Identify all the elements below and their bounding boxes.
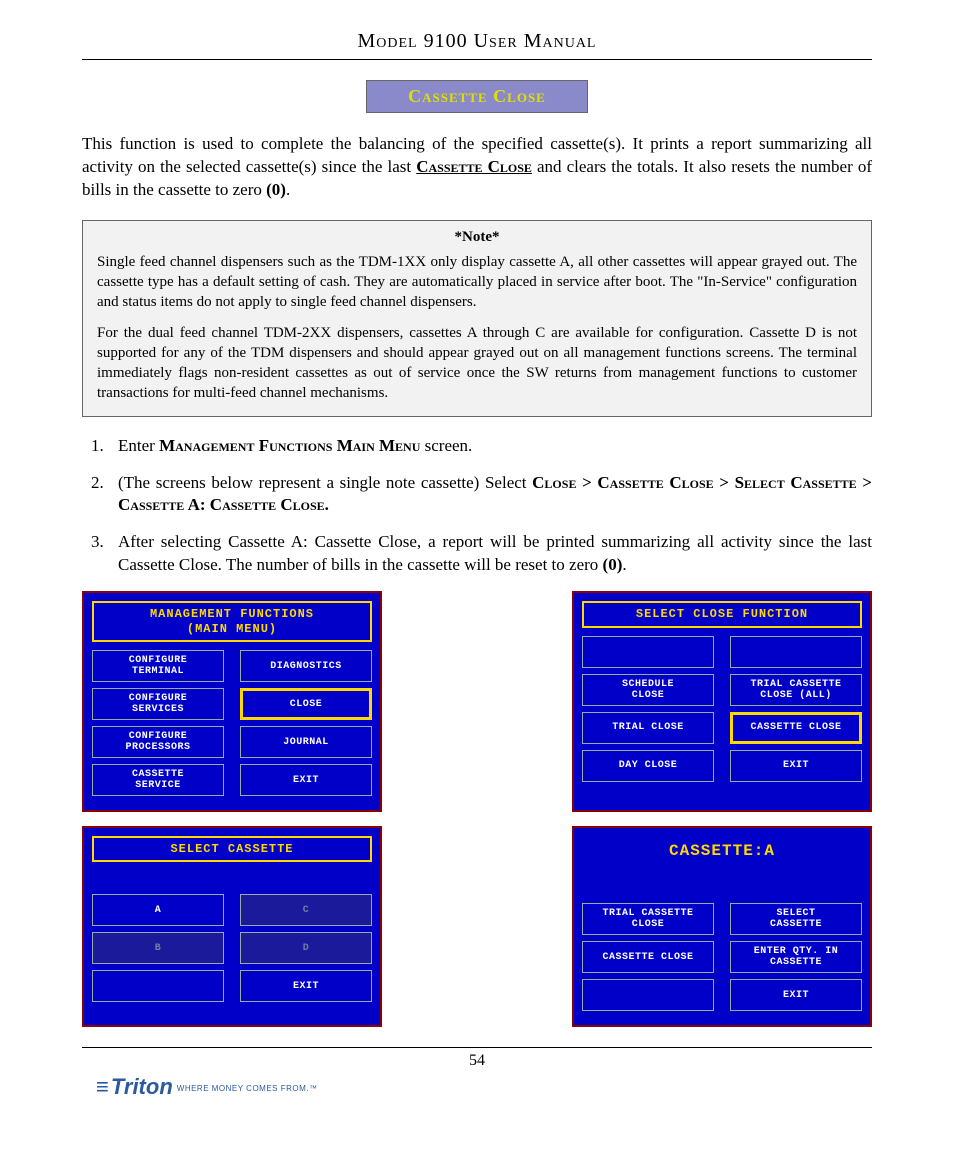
screen1-title: MANAGEMENT FUNCTIONS (MAIN MENU): [92, 601, 372, 642]
note-p2: For the dual feed channel TDM-2XX dispen…: [97, 323, 857, 404]
btn-empty: .: [730, 636, 862, 668]
btn-trial-cassette-close-all[interactable]: TRIAL CASSETTECLOSE (ALL): [730, 674, 862, 706]
screen4-title: CASSETTE:A: [582, 836, 862, 871]
screen-cassette-a: CASSETTE:A TRIAL CASSETTECLOSE SELECTCAS…: [572, 826, 872, 1027]
screen1-title-l1: MANAGEMENT FUNCTIONS: [150, 607, 314, 621]
btn-cassette-close[interactable]: CASSETTE CLOSE: [730, 712, 862, 744]
step-2: (The screens below represent a single no…: [108, 472, 872, 518]
brand-name: Triton: [111, 1074, 173, 1099]
intro-paragraph: This function is used to complete the ba…: [82, 133, 872, 202]
btn-empty: .: [582, 979, 714, 1011]
btn-cassette-a[interactable]: A: [92, 894, 224, 926]
btn-schedule-close[interactable]: SCHEDULECLOSE: [582, 674, 714, 706]
screen-management-functions: MANAGEMENT FUNCTIONS (MAIN MENU) CONFIGU…: [82, 591, 382, 812]
note-box: *Note* Single feed channel dispensers su…: [82, 220, 872, 417]
btn-cassette-close[interactable]: CASSETTE CLOSE: [582, 941, 714, 973]
step1-post: screen.: [420, 436, 472, 455]
note-p1: Single feed channel dispensers such as t…: [97, 252, 857, 313]
section-banner: Cassette Close: [366, 80, 588, 113]
brand-logo: ≡Triton WHERE MONEY COMES FROM.™: [96, 1074, 954, 1100]
intro-bold-tail: (0): [266, 180, 286, 199]
screen-select-close-function: SELECT CLOSE FUNCTION . . SCHEDULECLOSE …: [572, 591, 872, 812]
step1-pre: Enter: [118, 436, 159, 455]
screens-row-2: SELECT CASSETTE A C B D . EXIT CASSETTE:…: [82, 826, 872, 1027]
step-3: After selecting Cassette A: Cassette Clo…: [108, 531, 872, 577]
btn-trial-cassette-close[interactable]: TRIAL CASSETTECLOSE: [582, 903, 714, 935]
btn-empty: .: [582, 636, 714, 668]
intro-term: Cassette Close: [416, 157, 532, 176]
btn-configure-terminal[interactable]: CONFIGURETERMINAL: [92, 650, 224, 682]
page-number: 54: [82, 1048, 872, 1070]
screen2-title: SELECT CLOSE FUNCTION: [582, 601, 862, 627]
btn-diagnostics[interactable]: DIAGNOSTICS: [240, 650, 372, 682]
screen-select-cassette: SELECT CASSETTE A C B D . EXIT: [82, 826, 382, 1027]
brand-stripes-icon: ≡: [96, 1074, 107, 1100]
btn-select-cassette[interactable]: SELECTCASSETTE: [730, 903, 862, 935]
step-1: Enter Management Functions Main Menu scr…: [108, 435, 872, 458]
btn-configure-services[interactable]: CONFIGURESERVICES: [92, 688, 224, 720]
screens-row-1: MANAGEMENT FUNCTIONS (MAIN MENU) CONFIGU…: [82, 591, 872, 812]
page-title: Model 9100 User Manual: [82, 30, 872, 60]
btn-cassette-d[interactable]: D: [240, 932, 372, 964]
btn-exit[interactable]: EXIT: [730, 750, 862, 782]
btn-exit[interactable]: EXIT: [730, 979, 862, 1011]
screen3-title: SELECT CASSETTE: [92, 836, 372, 862]
btn-cassette-c[interactable]: C: [240, 894, 372, 926]
step2-pre: (The screens below represent a single no…: [118, 473, 532, 492]
step1-sc: Management Functions Main Menu: [159, 436, 420, 455]
btn-trial-close[interactable]: TRIAL CLOSE: [582, 712, 714, 744]
btn-journal[interactable]: JOURNAL: [240, 726, 372, 758]
step3-pre: After selecting Cassette A: Cassette Clo…: [118, 532, 872, 574]
screen1-title-l2: (MAIN MENU): [187, 622, 277, 636]
btn-close[interactable]: CLOSE: [240, 688, 372, 720]
brand-tagline: WHERE MONEY COMES FROM.™: [177, 1084, 318, 1093]
note-title: *Note*: [97, 229, 857, 246]
step3-bold: (0): [603, 555, 623, 574]
step3-period: .: [622, 555, 626, 574]
btn-cassette-b[interactable]: B: [92, 932, 224, 964]
btn-exit[interactable]: EXIT: [240, 764, 372, 796]
btn-enter-qty-in-cassette[interactable]: ENTER QTY. INCASSETTE: [730, 941, 862, 973]
btn-empty: .: [92, 970, 224, 1002]
btn-cassette-service[interactable]: CASSETTESERVICE: [92, 764, 224, 796]
btn-configure-processors[interactable]: CONFIGUREPROCESSORS: [92, 726, 224, 758]
btn-day-close[interactable]: DAY CLOSE: [582, 750, 714, 782]
btn-exit[interactable]: EXIT: [240, 970, 372, 1002]
intro-period: .: [286, 180, 290, 199]
steps-list: Enter Management Functions Main Menu scr…: [82, 435, 872, 578]
